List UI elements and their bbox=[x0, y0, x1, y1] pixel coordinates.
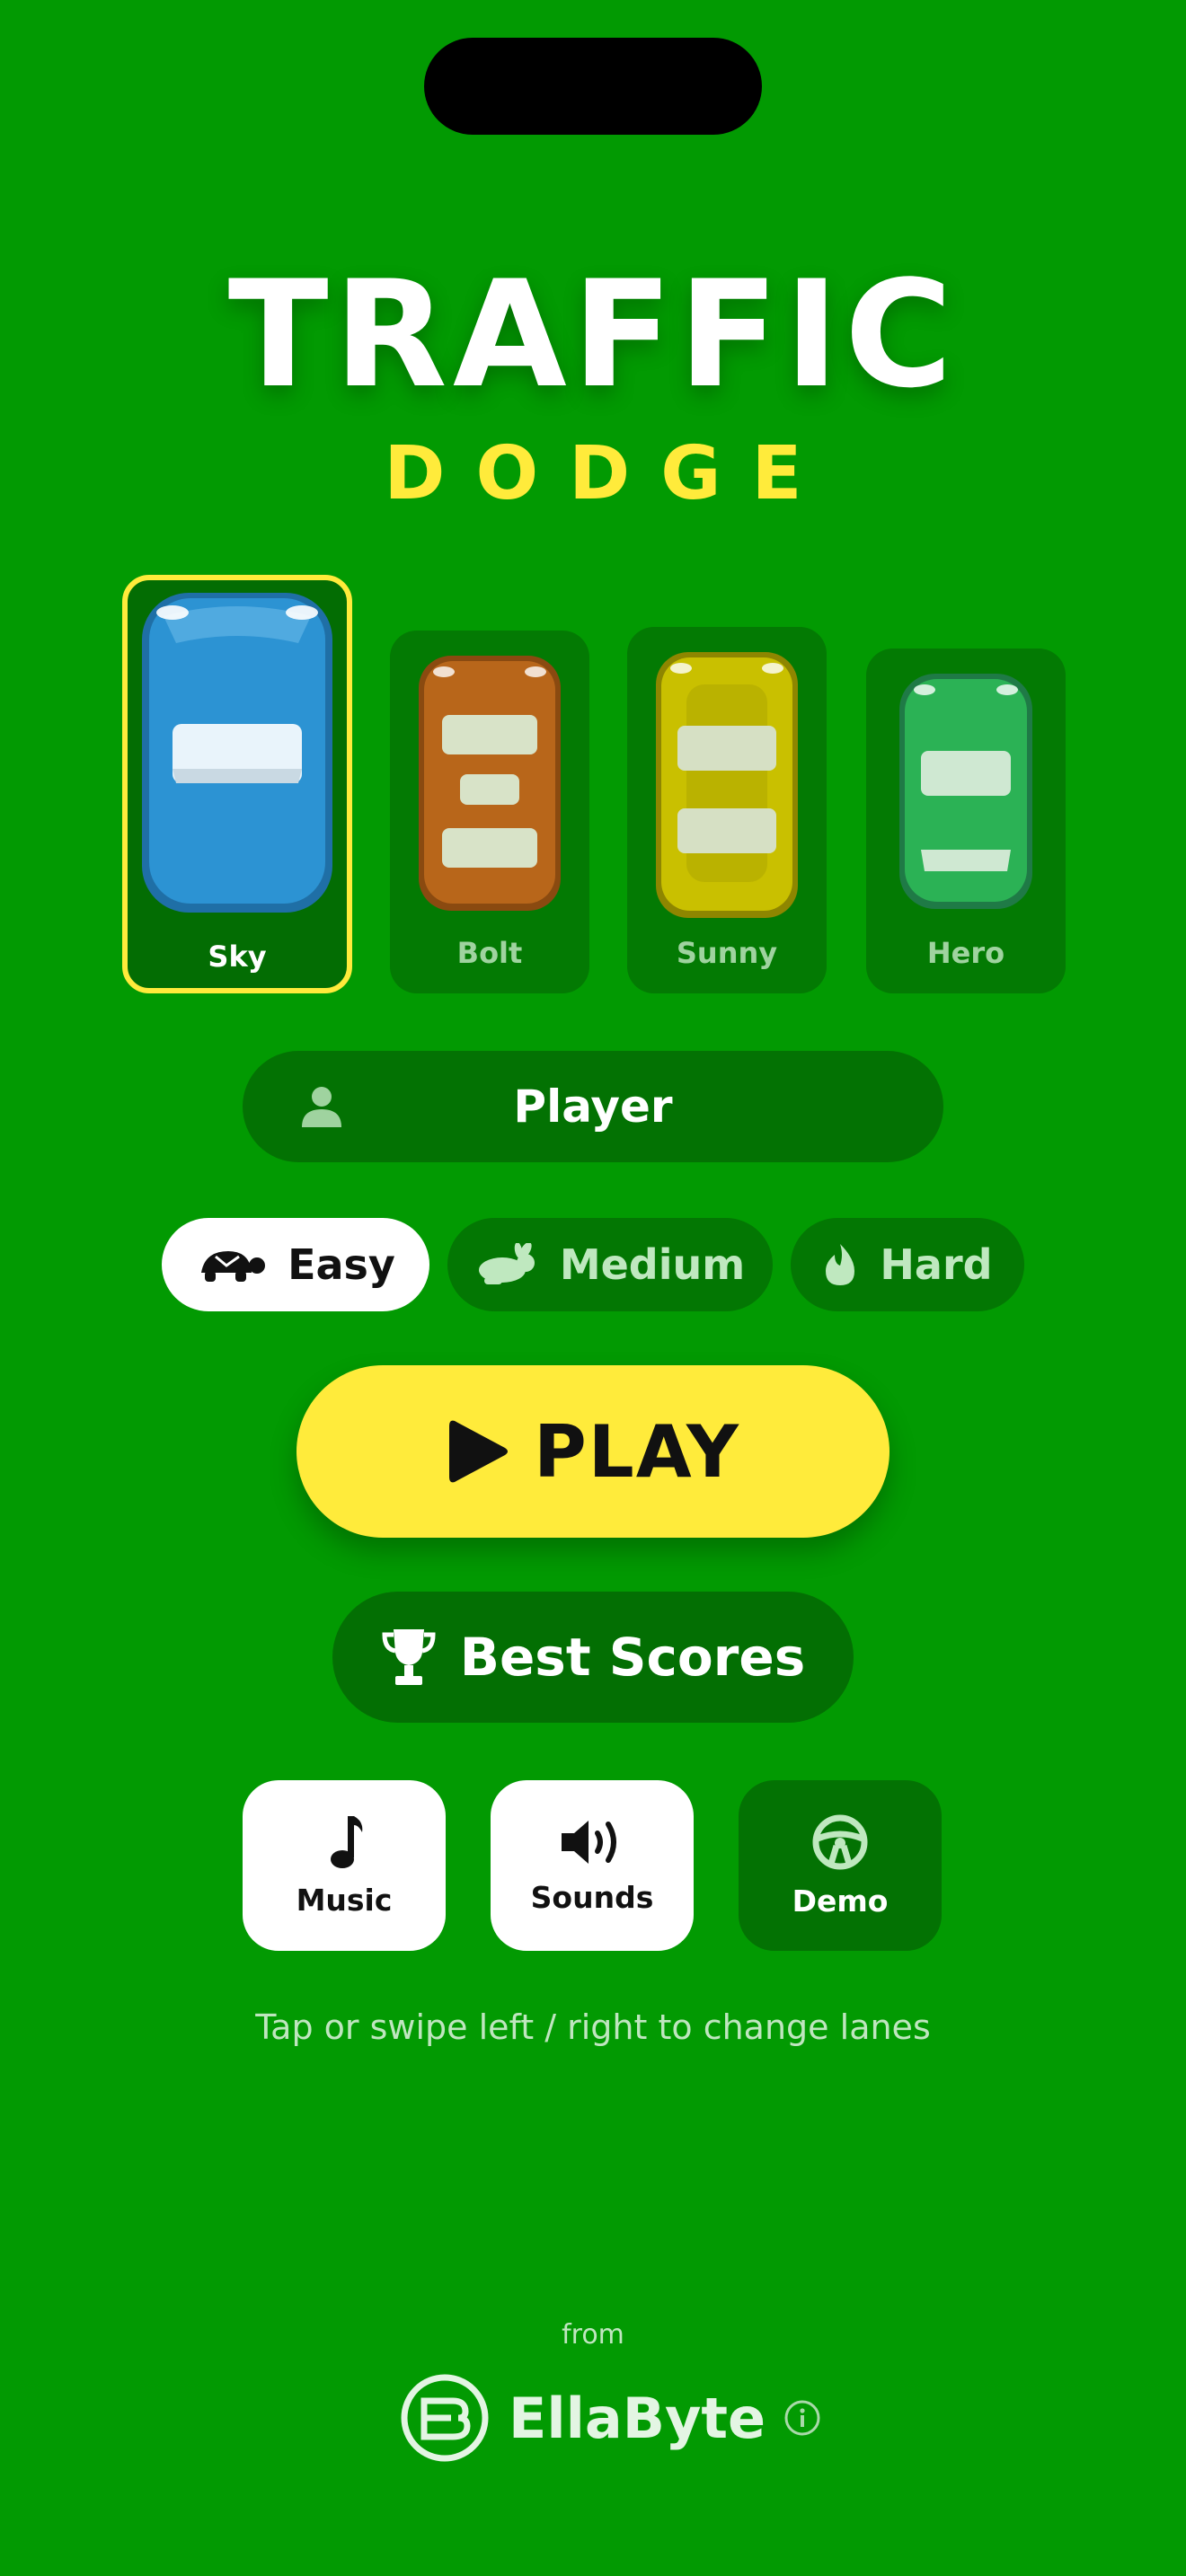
game-subtitle: DODGE bbox=[384, 431, 833, 516]
car-option-hero[interactable]: Hero bbox=[866, 648, 1066, 993]
sounds-label: Sounds bbox=[530, 1879, 654, 1915]
car-option-sky[interactable]: Sky bbox=[122, 575, 352, 993]
hero-car-icon bbox=[899, 674, 1032, 909]
game-title: TRAFFIC bbox=[227, 249, 959, 420]
play-label: PLAY bbox=[534, 1409, 740, 1494]
difficulty-easy-label: Easy bbox=[288, 1240, 395, 1289]
car-label-hero: Hero bbox=[926, 936, 1005, 970]
player-name: Player bbox=[513, 1081, 673, 1133]
footer-from: from bbox=[562, 2319, 624, 2351]
flame-icon bbox=[826, 1244, 855, 1285]
difficulty-hard[interactable]: Hard bbox=[791, 1218, 1024, 1311]
speaker-icon bbox=[562, 1820, 616, 1864]
play-icon bbox=[449, 1420, 509, 1483]
trophy-icon bbox=[382, 1629, 436, 1685]
sunny-car-icon bbox=[656, 652, 798, 918]
demo-toggle[interactable]: Demo bbox=[739, 1780, 942, 1951]
music-label: Music bbox=[296, 1882, 393, 1918]
difficulty-easy[interactable]: Easy bbox=[162, 1218, 429, 1311]
best-scores-label: Best Scores bbox=[459, 1627, 806, 1688]
rabbit-icon bbox=[478, 1243, 535, 1284]
info-icon[interactable] bbox=[783, 2399, 821, 2437]
car-label-sky: Sky bbox=[208, 940, 267, 974]
music-note-icon bbox=[331, 1815, 363, 1868]
sounds-toggle[interactable]: Sounds bbox=[491, 1780, 694, 1951]
car-label-bolt: Bolt bbox=[456, 936, 523, 970]
difficulty-hard-label: Hard bbox=[880, 1240, 993, 1289]
music-toggle[interactable]: Music bbox=[243, 1780, 446, 1951]
sky-car-icon bbox=[142, 593, 332, 913]
difficulty-medium[interactable]: Medium bbox=[447, 1218, 773, 1311]
car-option-bolt[interactable]: Bolt bbox=[390, 631, 589, 993]
brand-logo[interactable]: EllaByte bbox=[399, 2371, 821, 2465]
best-scores-button[interactable]: Best Scores bbox=[332, 1592, 854, 1723]
demo-label: Demo bbox=[792, 1883, 889, 1919]
car-option-sunny[interactable]: Sunny bbox=[627, 627, 827, 993]
camera-notch bbox=[424, 38, 762, 135]
brand-name: EllaByte bbox=[509, 2385, 766, 2451]
steering-wheel-icon bbox=[812, 1814, 868, 1869]
car-label-sunny: Sunny bbox=[676, 936, 778, 970]
play-button[interactable]: PLAY bbox=[296, 1365, 890, 1538]
difficulty-medium-label: Medium bbox=[559, 1240, 746, 1289]
ellabyte-logo-icon bbox=[401, 2374, 489, 2462]
turtle-icon bbox=[201, 1251, 266, 1282]
bolt-car-icon bbox=[419, 656, 561, 911]
controls-hint: Tap or swipe left / right to change lane… bbox=[255, 2007, 931, 2047]
